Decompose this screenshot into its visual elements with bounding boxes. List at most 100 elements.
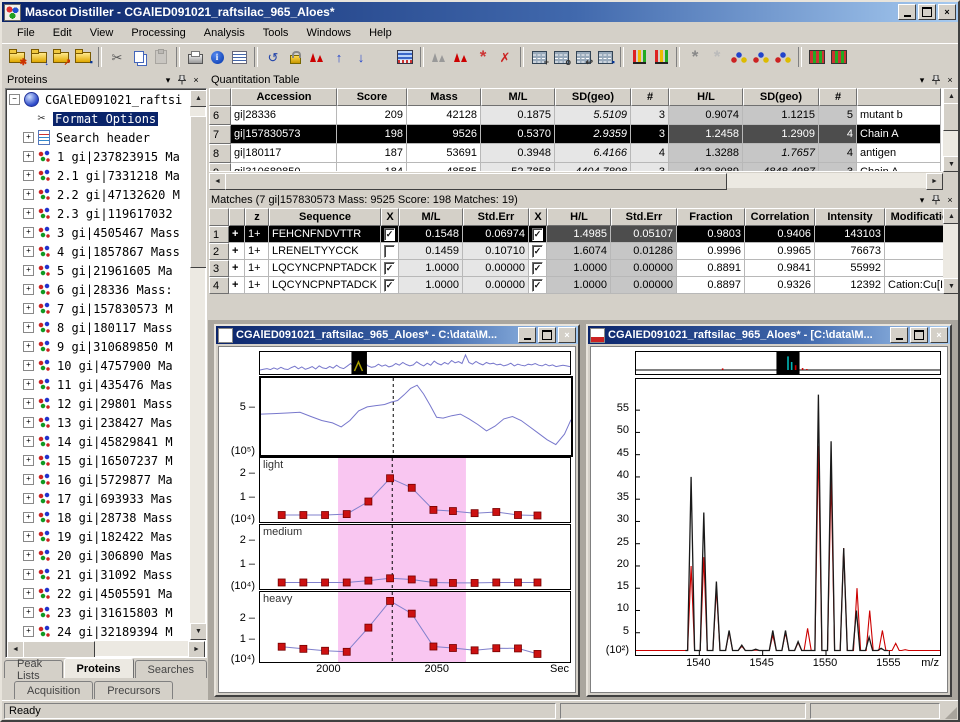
expander-icon[interactable]: + xyxy=(23,379,34,390)
cell-num[interactable]: 7 xyxy=(209,125,231,144)
cell-fraction[interactable]: 0.9996 xyxy=(677,243,745,260)
menu-edit[interactable]: Edit xyxy=(44,25,81,41)
menu-windows[interactable]: Windows xyxy=(297,25,360,41)
expander-icon[interactable]: + xyxy=(23,189,34,200)
close-button[interactable]: × xyxy=(938,4,956,20)
cell-ml_sd[interactable]: 6.4166 xyxy=(555,144,631,163)
info-icon[interactable]: i xyxy=(206,47,228,67)
scroll-left-icon[interactable]: ◄ xyxy=(209,173,226,190)
expander-icon[interactable]: + xyxy=(23,303,34,314)
pin-icon[interactable] xyxy=(175,74,189,87)
menu-processing[interactable]: Processing xyxy=(122,25,194,41)
spectrum-chart[interactable] xyxy=(635,378,941,656)
lock-processing-icon[interactable] xyxy=(284,47,306,67)
column-header-#[interactable]: # xyxy=(631,88,669,106)
cell-num[interactable]: 8 xyxy=(209,144,231,163)
tree-item-format-options[interactable]: ✂Format Options xyxy=(7,109,189,128)
cell-hl_sd[interactable]: 1.7657 xyxy=(743,144,819,163)
menu-file[interactable]: File xyxy=(8,25,44,41)
cell-expand[interactable]: + xyxy=(229,226,245,243)
cell-seq[interactable]: LRENELTYYCCK xyxy=(269,243,381,260)
scroll-up-icon[interactable]: ▲ xyxy=(943,88,960,104)
cell-seq[interactable]: LQCYNCPNPTADCK xyxy=(269,260,381,277)
tree-item-protein[interactable]: +5 gi|21961605 Ma xyxy=(7,261,189,280)
table-row[interactable]: 4+1+LQCYNCPNPTADCK✓1.00000.00000✓1.00000… xyxy=(209,277,943,294)
xy-check-icon[interactable]: ✗ xyxy=(494,47,516,67)
expander-icon[interactable]: + xyxy=(23,341,34,352)
expander-icon[interactable]: + xyxy=(23,265,34,276)
chart-bars-icon[interactable] xyxy=(628,47,650,67)
table-row[interactable]: 6gi|28336209421280.18755.510930.90741.12… xyxy=(209,106,943,125)
column-header-Std.Err[interactable]: Std.Err xyxy=(463,208,529,226)
cell-x1[interactable]: ✓ xyxy=(381,260,399,277)
cell-ml[interactable]: 0.5370 xyxy=(481,125,555,144)
tree-item-protein[interactable]: +16 gi|5729877 Ma xyxy=(7,470,189,489)
cell-hl[interactable]: 0.9074 xyxy=(669,106,743,125)
column-header-Accession[interactable]: Accession xyxy=(231,88,337,106)
table-row[interactable]: 3+1+LQCYNCPNPTADCK✓1.00000.00000✓1.00000… xyxy=(209,260,943,277)
quantitation-panel-header[interactable]: Quantitation Table ▾ × xyxy=(208,72,960,88)
scroll-right-icon[interactable]: ► xyxy=(188,641,205,658)
menu-analysis[interactable]: Analysis xyxy=(195,25,254,41)
column-header-Modification[interactable]: Modification xyxy=(885,208,943,226)
expander-icon[interactable]: + xyxy=(23,626,34,637)
cell-ml[interactable]: 1.0000 xyxy=(399,260,463,277)
tree-item-protein[interactable]: +8 gi|180117 Mass xyxy=(7,318,189,337)
save-project-icon[interactable]: ▪ xyxy=(72,47,94,67)
process-gear-icon[interactable]: * xyxy=(684,47,706,67)
cell-num[interactable]: 9 xyxy=(209,163,231,171)
cell-hl_n[interactable]: 5 xyxy=(819,106,857,125)
cell-intensity[interactable]: 143103 xyxy=(815,226,885,243)
tree-item-protein[interactable]: +4 gi|1857867 Mass xyxy=(7,242,189,261)
cell-score[interactable]: 187 xyxy=(337,144,407,163)
bead-link-icon[interactable] xyxy=(728,47,750,67)
cell-ml[interactable]: 0.1548 xyxy=(399,226,463,243)
cell-num[interactable]: 3 xyxy=(209,260,229,277)
table-row[interactable]: 9gi|3106898501844858552.78584404.7898343… xyxy=(209,163,943,171)
column-header-H/L[interactable]: H/L xyxy=(547,208,611,226)
tree-item-protein[interactable]: +7 gi|157830573 M xyxy=(7,299,189,318)
import-project-icon[interactable]: ↓ xyxy=(28,47,50,67)
quant-matrix-2-icon[interactable] xyxy=(828,47,850,67)
tree-item-protein[interactable]: +22 gi|4505591 Ma xyxy=(7,584,189,603)
cell-correlation[interactable]: 0.9406 xyxy=(745,226,815,243)
scroll-down-icon[interactable]: ▼ xyxy=(190,623,207,640)
peak-span-icon[interactable] xyxy=(450,47,472,67)
cell-mod[interactable] xyxy=(885,243,943,260)
resize-grip[interactable] xyxy=(945,707,957,719)
column-header-blank[interactable] xyxy=(209,88,231,106)
column-header-SD(geo)[interactable]: SD(geo) xyxy=(743,88,819,106)
tab-proteins[interactable]: Proteins xyxy=(64,658,134,678)
expander-icon[interactable]: + xyxy=(23,569,34,580)
cell-hl[interactable]: 1.0000 xyxy=(547,260,611,277)
cell-ml_err[interactable]: 0.06974 xyxy=(463,226,529,243)
scroll-down-icon[interactable]: ▼ xyxy=(943,156,960,172)
tree-root[interactable]: − CGAlED091021_raftsi xyxy=(7,90,189,109)
xic-heavy-chart[interactable]: heavy xyxy=(259,591,571,663)
tree-item-protein[interactable]: +17 gi|693933 Mas xyxy=(7,489,189,508)
cell-x1[interactable]: ✓ xyxy=(381,226,399,243)
cell-hl_n[interactable]: 3 xyxy=(819,163,857,171)
tree-item-protein[interactable]: +11 gi|435476 Mas xyxy=(7,375,189,394)
checkbox-checked-icon[interactable]: ✓ xyxy=(532,245,543,258)
expander-icon[interactable]: + xyxy=(23,417,34,428)
tree-item-protein[interactable]: +3 gi|4505467 Mass xyxy=(7,223,189,242)
table-row[interactable]: 8gi|180117187536910.39486.416641.32881.7… xyxy=(209,144,943,163)
cell-expand[interactable]: + xyxy=(229,277,245,294)
column-header-SD(geo)[interactable]: SD(geo) xyxy=(555,88,631,106)
column-header-M/L[interactable]: M/L xyxy=(481,88,555,106)
quant-save-icon[interactable]: ▪ xyxy=(594,47,616,67)
tree-item-protein[interactable]: +13 gi|238427 Mas xyxy=(7,413,189,432)
cell-hl_err[interactable]: 0.05107 xyxy=(611,226,677,243)
scroll-up-icon[interactable]: ▲ xyxy=(190,90,207,107)
cell-hl_sd[interactable]: 1.2909 xyxy=(743,125,819,144)
cell-correlation[interactable]: 0.9841 xyxy=(745,260,815,277)
cell-ml[interactable]: 0.3948 xyxy=(481,144,555,163)
cell-ml_err[interactable]: 0.10710 xyxy=(463,243,529,260)
tree-item-protein[interactable]: +18 gi|28738 Mass xyxy=(7,508,189,527)
expander-icon[interactable]: + xyxy=(23,170,34,181)
expander-icon[interactable]: + xyxy=(23,455,34,466)
cell-z[interactable]: 1+ xyxy=(245,226,269,243)
expander-icon[interactable]: + xyxy=(23,474,34,485)
tree-item-protein[interactable]: +2.1 gi|7331218 Ma xyxy=(7,166,189,185)
